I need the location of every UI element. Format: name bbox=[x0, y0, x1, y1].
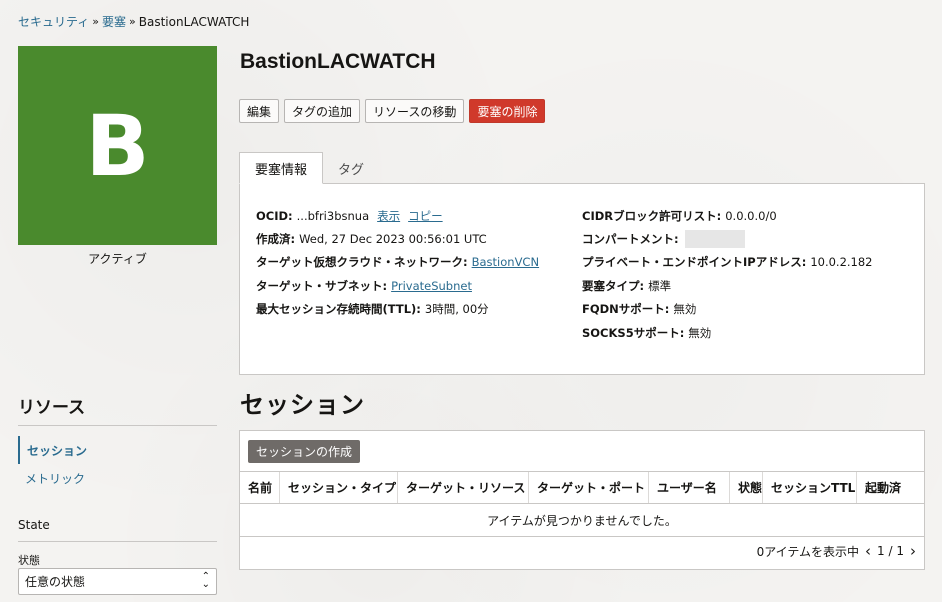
sessions-title: セッション bbox=[240, 392, 365, 419]
info-row-created: 作成済: Wed, 27 Dec 2023 00:56:01 UTC bbox=[256, 227, 539, 250]
breadcrumb: セキュリティ » 要塞 » BastionLACWATCH bbox=[18, 13, 249, 30]
resources-divider bbox=[18, 425, 217, 426]
column-header-name[interactable]: 名前 bbox=[240, 472, 280, 503]
nav-item-metrics[interactable]: メトリック bbox=[18, 464, 217, 492]
column-header-username[interactable]: ユーザー名 bbox=[649, 472, 730, 503]
target-vcn-link[interactable]: BastionVCN bbox=[472, 255, 539, 269]
avatar-letter: B bbox=[85, 96, 150, 195]
column-header-session-ttl[interactable]: セッションTTL bbox=[763, 472, 857, 503]
info-row-bastion-type: 要塞タイプ: 標準 bbox=[582, 274, 873, 297]
target-subnet-link[interactable]: PrivateSubnet bbox=[391, 279, 472, 293]
info-row-target-subnet: ターゲット・サブネット: PrivateSubnet bbox=[256, 274, 539, 297]
info-key: ターゲット・サブネット: bbox=[256, 278, 388, 293]
resources-title: リソース bbox=[18, 398, 86, 418]
chevron-left-icon[interactable]: ‹ bbox=[865, 542, 871, 560]
items-showing-text: 0アイテムを表示中 bbox=[756, 544, 860, 559]
edit-button[interactable]: 編集 bbox=[239, 99, 280, 123]
info-key: コンパートメント: bbox=[582, 232, 679, 247]
detail-tabs: 要塞情報 タグ bbox=[239, 152, 379, 184]
column-header-target-port[interactable]: ターゲット・ポート bbox=[529, 472, 649, 503]
ocid-copy-link[interactable]: コピー bbox=[408, 208, 443, 224]
sessions-table-header: 名前 セッション・タイプ ターゲット・リソース ターゲット・ポート ユーザー名 … bbox=[240, 471, 924, 504]
info-value: 無効 bbox=[688, 325, 712, 340]
info-row-cidr: CIDRブロック許可リスト: 0.0.0.0/0 bbox=[582, 204, 873, 227]
state-filter-select[interactable]: 任意の状態 ⌃ ⌄ bbox=[18, 568, 217, 595]
info-row-private-ip: プライベート・エンドポイントIPアドレス: 10.0.2.182 bbox=[582, 251, 873, 274]
breadcrumb-bastions[interactable]: 要塞 bbox=[102, 13, 126, 30]
delete-bastion-button[interactable]: 要塞の削除 bbox=[469, 99, 546, 123]
breadcrumb-separator: » bbox=[92, 15, 100, 28]
page-title: BastionLACWATCH bbox=[240, 50, 436, 73]
info-value: 3時間, 00分 bbox=[424, 302, 489, 317]
info-key: FQDNサポート: bbox=[582, 302, 670, 317]
column-header-target-resource[interactable]: ターゲット・リソース bbox=[398, 472, 529, 503]
column-header-session-type[interactable]: セッション・タイプ bbox=[280, 472, 398, 503]
move-resource-button[interactable]: リソースの移動 bbox=[365, 99, 465, 123]
info-column-right: CIDRブロック許可リスト: 0.0.0.0/0 コンパートメント: プライベー… bbox=[582, 204, 873, 344]
state-filter-label: 状態 bbox=[18, 554, 40, 567]
info-row-socks5: SOCKS5サポート: 無効 bbox=[582, 321, 873, 344]
pagination: 0アイテムを表示中 ‹ 1 / 1 › bbox=[757, 542, 916, 560]
info-key: 要塞タイプ: bbox=[582, 278, 645, 293]
column-header-started[interactable]: 起動済 bbox=[857, 472, 924, 503]
info-value: ...bfri3bsnua bbox=[296, 208, 370, 223]
state-section-title: State bbox=[18, 518, 50, 532]
info-value: 0.0.0.0/0 bbox=[725, 208, 777, 223]
ocid-show-link[interactable]: 表示 bbox=[377, 208, 400, 224]
column-header-state[interactable]: 状態 bbox=[730, 472, 763, 503]
info-key: 最大セッション存続時間(TTL): bbox=[256, 302, 421, 317]
bastion-info-panel: OCID: ...bfri3bsnua 表示 コピー 作成済: Wed, 27 … bbox=[239, 183, 925, 375]
empty-table-message: アイテムが見つかりませんでした。 bbox=[240, 504, 924, 537]
info-row-ocid: OCID: ...bfri3bsnua 表示 コピー bbox=[256, 204, 539, 227]
info-value: Wed, 27 Dec 2023 00:56:01 UTC bbox=[299, 232, 487, 247]
nav-item-sessions[interactable]: セッション bbox=[18, 436, 217, 464]
create-session-button[interactable]: セッションの作成 bbox=[248, 440, 361, 463]
tab-bastion-info[interactable]: 要塞情報 bbox=[239, 152, 324, 184]
info-value: 10.0.2.182 bbox=[810, 255, 873, 270]
state-divider bbox=[18, 541, 217, 542]
chevron-right-icon[interactable]: › bbox=[910, 542, 916, 560]
info-key: OCID: bbox=[256, 208, 293, 223]
info-row-fqdn: FQDNサポート: 無効 bbox=[582, 298, 873, 321]
select-chevron-icon: ⌃ ⌄ bbox=[201, 571, 210, 590]
page-indicator: 1 / 1 bbox=[877, 544, 904, 558]
status-label: アクティブ bbox=[88, 252, 147, 266]
info-value: 標準 bbox=[648, 278, 672, 293]
add-tag-button[interactable]: タグの追加 bbox=[284, 99, 361, 123]
info-row-target-vcn: ターゲット仮想クラウド・ネットワーク: BastionVCN bbox=[256, 251, 539, 274]
state-filter-value: 任意の状態 bbox=[25, 575, 86, 589]
breadcrumb-current: BastionLACWATCH bbox=[138, 14, 250, 29]
sessions-panel: セッションの作成 名前 セッション・タイプ ターゲット・リソース ターゲット・ポ… bbox=[239, 430, 925, 570]
info-key: プライベート・エンドポイントIPアドレス: bbox=[582, 255, 807, 270]
info-key: 作成済: bbox=[256, 232, 296, 247]
breadcrumb-security[interactable]: セキュリティ bbox=[18, 13, 89, 30]
info-column-left: OCID: ...bfri3bsnua 表示 コピー 作成済: Wed, 27 … bbox=[256, 204, 539, 321]
info-key: ターゲット仮想クラウド・ネットワーク: bbox=[256, 255, 468, 270]
info-row-max-ttl: 最大セッション存続時間(TTL): 3時間, 00分 bbox=[256, 298, 539, 321]
info-value: 無効 bbox=[673, 302, 697, 317]
resource-avatar: B bbox=[18, 46, 217, 245]
action-toolbar: 編集 タグの追加 リソースの移動 要塞の削除 bbox=[239, 99, 546, 123]
tab-tags[interactable]: タグ bbox=[323, 152, 379, 184]
info-row-compartment: コンパートメント: bbox=[582, 227, 873, 250]
info-key: SOCKS5サポート: bbox=[582, 325, 685, 340]
compartment-redacted bbox=[684, 230, 745, 249]
info-key: CIDRブロック許可リスト: bbox=[582, 208, 722, 223]
breadcrumb-separator: » bbox=[129, 15, 136, 28]
